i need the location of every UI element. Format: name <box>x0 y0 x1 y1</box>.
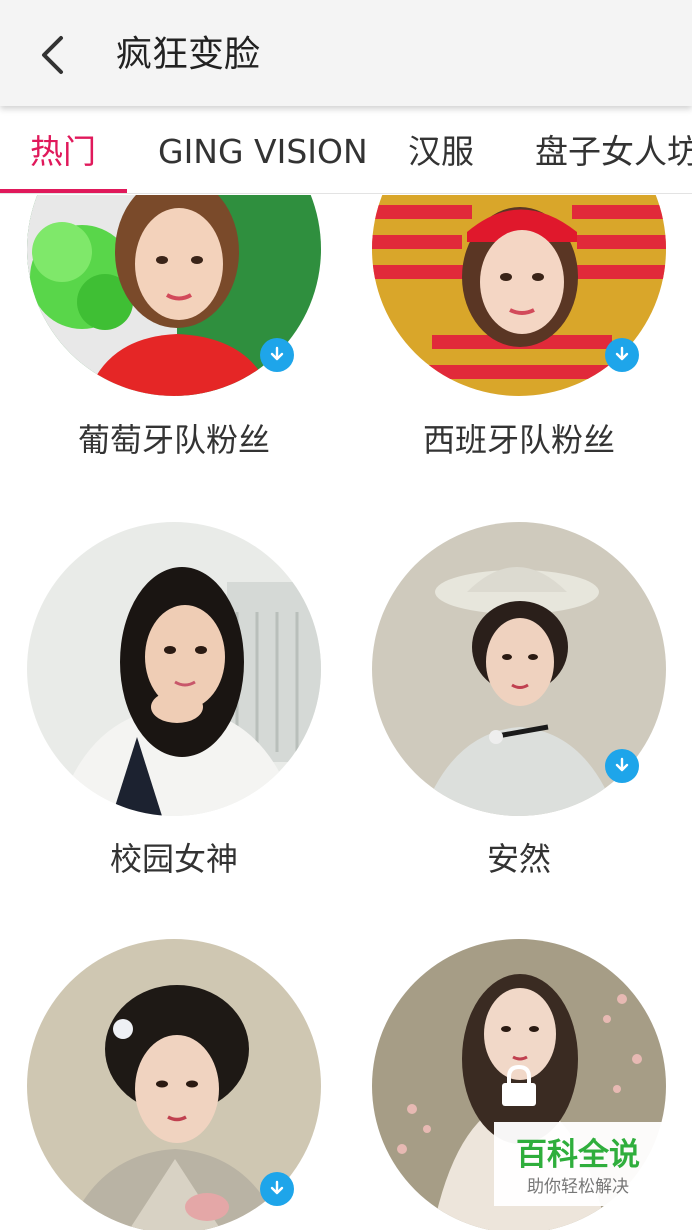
tab-ging-vision[interactable]: GING VISION <box>158 106 368 193</box>
tab-panzi-nvrenfang[interactable]: 盘子女人坊 <box>535 106 692 193</box>
item-label: 葡萄牙队粉丝 <box>77 421 270 459</box>
filter-grid: 葡萄牙队粉丝 西班牙队粉丝 校园女神 安然 <box>0 195 692 1230</box>
app-header: 疯狂变脸 <box>0 0 692 106</box>
watermark-subtitle: 助你轻松解决 <box>527 1177 629 1197</box>
tab-hot[interactable]: 热门 <box>30 106 96 193</box>
back-button[interactable] <box>30 30 80 80</box>
avatar <box>27 522 321 816</box>
item-label: 西班牙队粉丝 <box>422 421 615 459</box>
item-label: 安然 <box>486 840 551 878</box>
category-tabs: 热门 GING VISION 汉服 盘子女人坊 <box>0 106 692 194</box>
download-icon[interactable] <box>260 1172 294 1206</box>
page-title: 疯狂变脸 <box>116 34 261 75</box>
item-label: 校园女神 <box>109 840 238 878</box>
lock-icon <box>502 1064 536 1106</box>
download-icon[interactable] <box>605 338 639 372</box>
watermark-title: 百科全说 <box>516 1137 640 1173</box>
download-icon[interactable] <box>605 749 639 783</box>
active-tab-indicator <box>0 189 127 193</box>
chevron-left-icon <box>42 36 63 74</box>
watermark-logo: 百科全说 助你轻松解决 <box>494 1122 662 1206</box>
download-icon[interactable] <box>260 338 294 372</box>
tab-hanfu[interactable]: 汉服 <box>408 106 474 193</box>
